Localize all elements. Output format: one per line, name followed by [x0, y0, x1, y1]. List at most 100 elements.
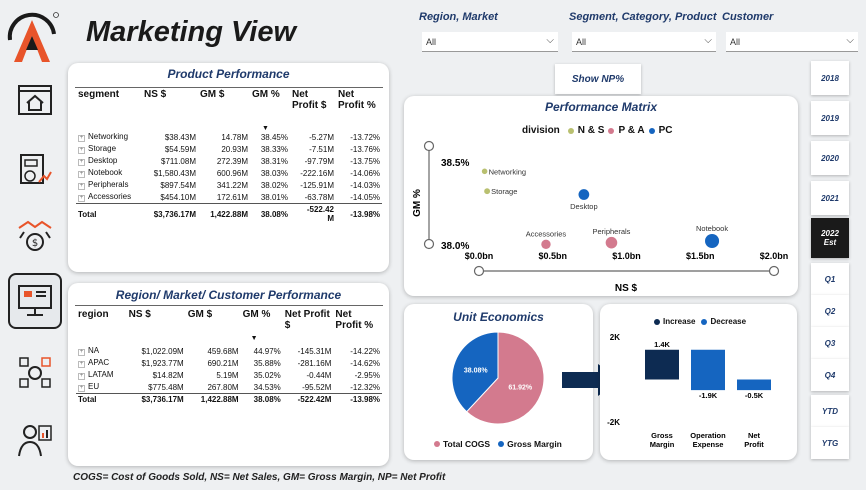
- product-performance-card: Product Performance segment NS $ GM $ GM…: [68, 63, 389, 272]
- table-row[interactable]: + APAC $1,923.77M 690.21M 35.88% -281.16M -14.…: [76, 357, 382, 369]
- table-cell: -97.79M: [304, 156, 334, 166]
- row-label: + Desktop: [78, 156, 118, 166]
- waterfall-bar[interactable]: [737, 379, 771, 391]
- point-label: Desktop: [570, 202, 598, 211]
- expand-icon[interactable]: +: [78, 349, 85, 356]
- table-cell: -95.52M: [302, 382, 332, 392]
- column-header[interactable]: GM $: [186, 309, 241, 345]
- deal-nav-icon[interactable]: $: [8, 208, 62, 264]
- scatter-point-networking[interactable]: [481, 168, 488, 175]
- column-header[interactable]: NS $: [127, 309, 186, 345]
- expand-icon[interactable]: +: [78, 361, 85, 368]
- quarter-button-q4[interactable]: Q4: [811, 359, 849, 391]
- table-cell: 34.53%: [253, 382, 281, 392]
- quarter-button-q1[interactable]: Q1: [811, 263, 849, 295]
- year-button-2018[interactable]: 2018: [811, 61, 849, 95]
- table-cell: 1,422.88M: [185, 393, 241, 405]
- table-cell: 272.39M: [216, 156, 248, 166]
- table-cell: 459.68M: [207, 346, 239, 356]
- expand-icon[interactable]: +: [78, 373, 85, 380]
- segment-category-product-dropdown[interactable]: All ⌵: [572, 32, 716, 52]
- quarter-button-q2[interactable]: Q2: [811, 295, 849, 327]
- segment-value: All: [576, 37, 587, 47]
- table-row[interactable]: + Storage $54.59M 20.93M 38.33% -7.51M -13.76%: [76, 143, 382, 155]
- table-cell: 341.22M: [216, 180, 248, 190]
- table-row[interactable]: + NA $1,022.09M 459.68M 44.97% -145.31M -14.22…: [76, 345, 382, 357]
- expand-icon[interactable]: +: [78, 147, 85, 154]
- legend-item-gross-margin[interactable]: Gross Margin: [507, 439, 562, 449]
- table-cell: $3,736.17M: [126, 393, 186, 405]
- table-cell: 38.33%: [260, 144, 288, 154]
- table-row[interactable]: + Accessories $454.10M 172.61M 38.01% -63.78M…: [76, 191, 382, 204]
- row-label: + Storage: [78, 144, 117, 154]
- table-row[interactable]: + Desktop $711.08M 272.39M 38.31% -97.79M -13.…: [76, 155, 382, 167]
- scatter-point-accessories[interactable]: [541, 239, 551, 250]
- point-label: Storage: [491, 187, 517, 196]
- y-axis-label: GM %: [412, 189, 423, 217]
- table-cell: 38.03%: [260, 168, 288, 178]
- expand-icon[interactable]: +: [78, 159, 85, 166]
- column-header[interactable]: NS $: [142, 89, 198, 131]
- executive-nav-icon[interactable]: [8, 412, 62, 468]
- table-cell: 38.45%: [260, 132, 288, 142]
- scatter-point-notebook[interactable]: [705, 233, 720, 249]
- table-row[interactable]: + Notebook $1,580.43M 600.96M 38.03% -222.16M…: [76, 167, 382, 179]
- column-header[interactable]: GM % ▼: [241, 309, 283, 345]
- table-cell: 44.97%: [253, 346, 281, 356]
- table-row[interactable]: + LATAM $14.82M 5.19M 35.02% -0.44M -2.95%: [76, 369, 382, 381]
- column-header[interactable]: region: [76, 309, 127, 345]
- scatter-point-storage[interactable]: [484, 188, 491, 195]
- year-button-2021[interactable]: 2021: [811, 181, 849, 215]
- table-cell: $897.54M: [160, 180, 196, 190]
- x-category-label: Net: [748, 431, 761, 440]
- table-row[interactable]: + Peripherals $897.54M 341.22M 38.02% -125.91…: [76, 179, 382, 191]
- table-cell: $1,580.43M: [153, 168, 196, 178]
- x-axis-label: NS $: [615, 283, 638, 294]
- column-header[interactable]: segment: [76, 89, 142, 131]
- expand-icon[interactable]: +: [78, 171, 85, 178]
- legend-item-total-cogs[interactable]: Total COGS: [443, 439, 490, 449]
- region-market-dropdown[interactable]: All ⌵: [422, 32, 558, 52]
- waterfall-chart: 2K -2K 1.4K GrossMargin -1.9K OperationExpens…: [607, 333, 771, 449]
- expand-icon[interactable]: +: [78, 183, 85, 190]
- customer-dropdown[interactable]: All ⌵: [726, 32, 858, 52]
- table-cell: -13.72%: [350, 132, 380, 142]
- column-header[interactable]: GM $: [198, 89, 250, 131]
- ytg-button[interactable]: YTG: [811, 427, 849, 459]
- year-button-2020[interactable]: 2020: [811, 141, 849, 175]
- supply-chain-nav-icon[interactable]: [8, 344, 62, 400]
- table-cell: -222.16M: [300, 168, 334, 178]
- y-tick-label: -2K: [607, 418, 620, 427]
- waterfall-bar[interactable]: [691, 349, 725, 391]
- waterfall-bar[interactable]: [645, 349, 679, 380]
- expand-icon[interactable]: +: [78, 135, 85, 142]
- point-label: Peripherals: [592, 227, 630, 236]
- marketing-nav-icon[interactable]: [8, 273, 62, 329]
- column-header[interactable]: Net Profit %: [336, 89, 382, 131]
- scatter-point-desktop[interactable]: [578, 189, 590, 200]
- show-np-button[interactable]: Show NP%: [555, 64, 641, 94]
- column-header[interactable]: Net Profit $: [283, 309, 334, 345]
- page-title: Marketing View: [86, 16, 297, 48]
- table-cell: -522.42M: [290, 203, 336, 224]
- year-button-2022-est[interactable]: 2022 Est: [811, 218, 849, 258]
- column-header[interactable]: Net Profit %: [333, 309, 382, 345]
- y-range-handle-top: [423, 140, 435, 152]
- table-row[interactable]: + EU $775.48M 267.80M 34.53% -95.52M -12.32%: [76, 381, 382, 394]
- table-cell: -14.05%: [350, 192, 380, 202]
- year-button-2019[interactable]: 2019: [811, 101, 849, 135]
- scatter-point-peripherals[interactable]: [605, 236, 618, 249]
- table-row[interactable]: + Networking $38.43M 14.78M 38.45% -5.27M -13.…: [76, 131, 382, 143]
- table-cell: -12.32%: [350, 382, 380, 392]
- year-2022-est-label: 2022 Est: [821, 228, 839, 247]
- column-header[interactable]: Net Profit $: [290, 89, 336, 131]
- quarter-button-q3[interactable]: Q3: [811, 327, 849, 359]
- expand-icon[interactable]: +: [78, 195, 85, 202]
- x-range-handle-right: [768, 265, 780, 277]
- finance-report-nav-icon[interactable]: [8, 142, 62, 198]
- ytd-button[interactable]: YTD: [811, 395, 849, 427]
- expand-icon[interactable]: +: [78, 385, 85, 392]
- table-cell: 14.78M: [221, 132, 248, 142]
- column-header[interactable]: GM % ▼: [250, 89, 290, 132]
- home-nav-icon[interactable]: [8, 72, 62, 128]
